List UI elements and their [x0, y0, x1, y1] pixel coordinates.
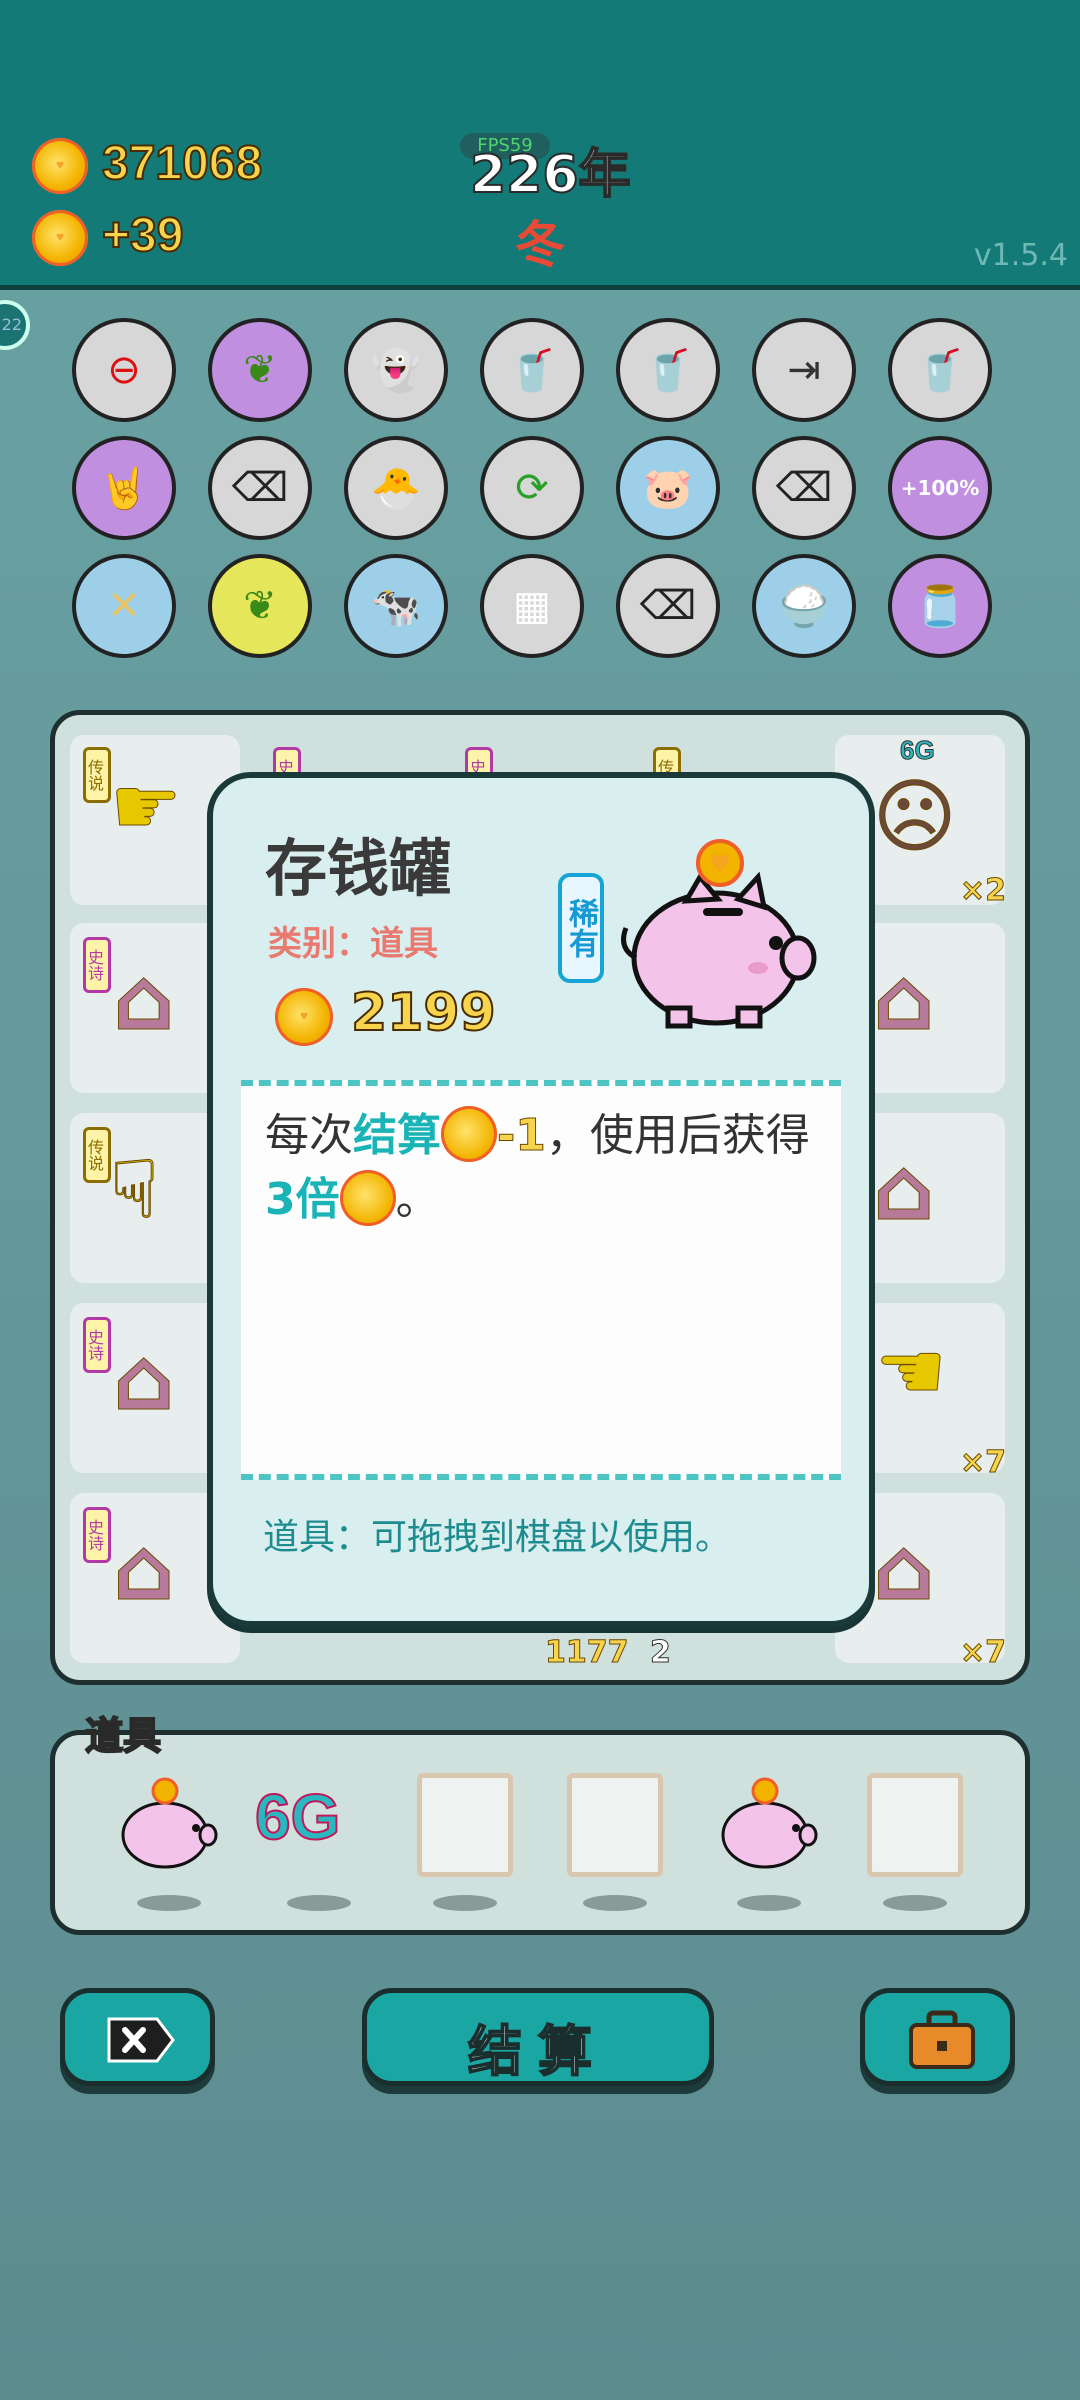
gpu-label: 6G [900, 735, 936, 766]
house-icon: ⌂ [113, 950, 176, 1051]
coins-income: +39 [101, 208, 184, 263]
skip-icon[interactable]: ⇥ [752, 318, 856, 422]
briefcase-button[interactable] [860, 1988, 1015, 2086]
cows-icon[interactable]: 🐄 [344, 554, 448, 658]
rarity-tag: 史诗 [83, 1507, 111, 1563]
items-panel: 6G [50, 1730, 1030, 1935]
item-price: 2199 [350, 982, 497, 1044]
milk-jar-icon[interactable]: 🫙 [888, 554, 992, 658]
rarity-tag: 传说 [83, 747, 111, 803]
desc-value: -1 [497, 1110, 547, 1162]
item-shadow [737, 1895, 801, 1911]
piggy-bank-icon[interactable] [710, 1773, 820, 1873]
desc-text: 。 [395, 1174, 440, 1225]
briefcase-icon [909, 2010, 975, 2069]
svg-text:♥: ♥ [709, 850, 731, 878]
rock-hand-icon[interactable]: 🤘 [72, 436, 176, 540]
delete-icon[interactable]: ⌫ [616, 554, 720, 658]
settle-button[interactable]: 结算 [362, 1988, 714, 2086]
gpu-item[interactable]: 6G [254, 1780, 341, 1854]
delete-icon[interactable]: ⌫ [752, 436, 856, 540]
income-coin-icon [32, 210, 88, 266]
sugar-cubes-icon[interactable]: ▦ [480, 554, 584, 658]
milk-tea-icon[interactable]: 🥤 [480, 318, 584, 422]
item-description: 每次结算 -1，使用后获得 3倍 。 [265, 1104, 825, 1232]
price-coin-icon [275, 988, 333, 1046]
worker-icon: ☹ [872, 770, 957, 864]
piggy-bank-icon[interactable] [110, 1773, 220, 1873]
coin-icon [32, 138, 88, 194]
item-title: 存钱罐 [265, 832, 452, 905]
board-footer-number: 2 [650, 1635, 672, 1671]
shop-grid: ⊖ ❦ 👻 🥤 🥤 ⇥ 🥤 🤘 ⌫ 🐣 ⟳ 🐷 ⌫ +100% ✕ ❦ 🐄 ▦ … [50, 300, 1030, 680]
coin-icon [441, 1106, 497, 1162]
desc-text: ，使用后获得 [545, 1110, 810, 1161]
top-bar: 371068 +39 FPS59 226年 冬 v1.5.4 [0, 0, 1080, 290]
multiplier: ×7 [959, 1635, 1007, 1671]
settle-button-label: 结算 [467, 2019, 608, 2084]
pointing-hand-icon: ☛ [110, 760, 183, 854]
chopsticks-icon[interactable]: ✕ [72, 554, 176, 658]
refresh-icon[interactable]: ⟳ [480, 436, 584, 540]
pointing-hand-icon: ☚ [875, 1325, 948, 1419]
rarity-badge: 稀有 [558, 873, 604, 983]
milk-tea-icon[interactable]: 🥤 [616, 318, 720, 422]
item-shadow [433, 1895, 497, 1911]
piggy-bank-icon: ♥ [621, 839, 817, 1029]
rarity-tag: 史诗 [83, 937, 111, 993]
coins-total: 371068 [101, 136, 263, 191]
boost-100-icon[interactable]: +100% [888, 436, 992, 540]
leaf-icon[interactable]: ❦ [208, 554, 312, 658]
item-slot-empty[interactable] [417, 1773, 513, 1877]
desc-highlight: 结算 [353, 1110, 441, 1161]
item-shadow [137, 1895, 201, 1911]
item-category: 类别：道具 [268, 924, 438, 964]
rice-bowl-icon[interactable]: 🍚 [752, 554, 856, 658]
season-label: 冬 [515, 216, 565, 274]
delete-icon[interactable]: ⌫ [208, 436, 312, 540]
desc-text: 每次 [265, 1110, 353, 1161]
no-entry-icon[interactable]: ⊖ [72, 318, 176, 422]
house-icon: ⌂ [113, 1330, 176, 1431]
item-detail-modal[interactable]: 存钱罐 类别：道具 2199 稀有 ♥ 每次结算 -1，使用后获得 3倍 。 道具：可… [207, 772, 875, 1627]
ghost-icon[interactable]: 👻 [344, 318, 448, 422]
items-panel-title: 道具 [84, 1713, 162, 1759]
description-box: 每次结算 -1，使用后获得 3倍 。 [241, 1080, 841, 1480]
coin-icon [339, 1170, 396, 1226]
rarity-tag: 史诗 [83, 1317, 111, 1373]
milk-tea-icon[interactable]: 🥤 [888, 318, 992, 422]
house-icon: ⌂ [873, 950, 936, 1051]
house-icon: ⌂ [113, 1520, 176, 1621]
multiplier: ×2 [959, 873, 1007, 909]
desc-highlight: 3倍 [265, 1174, 340, 1225]
piggy-bank-icon[interactable]: 🐷 [616, 436, 720, 540]
item-slot-empty[interactable] [867, 1773, 963, 1877]
rarity-tag: 传说 [83, 1127, 111, 1183]
multiplier: ×7 [959, 1445, 1007, 1481]
house-icon: ⌂ [873, 1520, 936, 1621]
item-hint: 道具：可拖拽到棋盘以使用。 [263, 1517, 732, 1558]
delete-button[interactable] [60, 1988, 215, 2086]
house-icon: ⌂ [873, 1140, 936, 1241]
item-slot-empty[interactable] [567, 1773, 663, 1877]
year-label: 226年 [469, 144, 632, 206]
chick-icon[interactable]: 🐣 [344, 436, 448, 540]
item-shadow [883, 1895, 947, 1911]
pointing-hand-icon: ☟ [110, 1143, 160, 1237]
delete-icon [107, 2017, 175, 2063]
leaf-icon[interactable]: ❦ [208, 318, 312, 422]
board-footer-number: 1177 [545, 1635, 629, 1671]
version-label: v1.5.4 [973, 238, 1068, 273]
item-shadow [287, 1895, 351, 1911]
item-shadow [583, 1895, 647, 1911]
